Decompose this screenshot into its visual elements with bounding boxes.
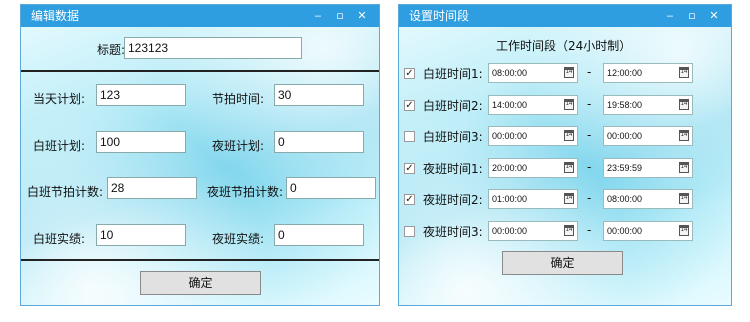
calendar-icon[interactable]: 14 (679, 130, 689, 141)
end-time-value: 00:00:00 (607, 131, 643, 141)
start-time-picker[interactable]: 20:00:00 14 (488, 158, 578, 178)
confirm-button[interactable]: 确定 (140, 271, 261, 295)
shift-label: 夜班时间1: (423, 162, 483, 176)
end-time-picker[interactable]: 23:59:59 14 (603, 158, 693, 178)
edit-data-window: 编辑数据 ‒ ▫ ✕ 标题: 123123 当天计划: 123 节拍时间: 30… (20, 4, 380, 306)
shift-label: 白班时间2: (423, 99, 483, 113)
field-label-day-plan: 当天计划: (33, 92, 86, 106)
day-takt-count-input[interactable]: 28 (107, 177, 197, 199)
title-input[interactable]: 123123 (124, 37, 302, 59)
time-settings-window: 设置时间段 ‒ ▫ ✕ 工作时间段（24小时制） ✓ 白班时间1: 08:00:… (398, 4, 732, 306)
start-time-picker[interactable]: 00:00:00 14 (488, 221, 578, 241)
edit-data-titlebar: 编辑数据 ‒ ▫ ✕ (21, 5, 379, 27)
start-time-value: 01:00:00 (492, 194, 528, 204)
end-time-picker[interactable]: 00:00:00 14 (603, 221, 693, 241)
calendar-icon[interactable]: 14 (564, 130, 574, 141)
day-actual-input[interactable]: 10 (96, 224, 186, 246)
calendar-icon[interactable]: 14 (564, 193, 574, 204)
divider-bottom (21, 259, 379, 261)
end-time-picker[interactable]: 19:58:00 14 (603, 95, 693, 115)
field-label-takt-time: 节拍时间: (212, 92, 265, 106)
end-time-picker[interactable]: 12:00:00 14 (603, 63, 693, 83)
calendar-icon[interactable]: 14 (679, 193, 689, 204)
range-separator: - (587, 65, 592, 79)
range-separator: - (587, 160, 592, 174)
field-label-day-actual: 白班实绩: (33, 232, 86, 246)
section-title: 工作时间段（24小时制） (496, 39, 632, 53)
minimize-icon[interactable]: ‒ (659, 5, 681, 27)
range-separator: - (587, 128, 592, 142)
calendar-icon[interactable]: 14 (564, 225, 574, 236)
time-settings-titlebar: 设置时间段 ‒ ▫ ✕ (399, 5, 731, 27)
divider-top (21, 70, 379, 72)
range-separator: - (587, 97, 592, 111)
shift-label: 夜班时间3: (423, 225, 483, 239)
shift-checkbox[interactable] (404, 131, 415, 142)
night-takt-count-input[interactable]: 0 (286, 177, 376, 199)
close-icon[interactable]: ✕ (703, 5, 725, 27)
calendar-icon[interactable]: 14 (564, 99, 574, 110)
shift-label: 白班时间1: (423, 67, 483, 81)
field-label-day-shift-plan: 白班计划: (33, 139, 86, 153)
start-time-value: 14:00:00 (492, 100, 528, 110)
end-time-picker[interactable]: 00:00:00 14 (603, 126, 693, 146)
shift-checkbox[interactable]: ✓ (404, 100, 415, 111)
start-time-value: 00:00:00 (492, 131, 528, 141)
field-label-day-takt-count: 白班节拍计数: (27, 185, 104, 199)
title-label: 标题: (97, 43, 126, 57)
field-label-night-shift-plan: 夜班计划: (212, 139, 265, 153)
shift-label: 夜班时间2: (423, 193, 483, 207)
calendar-icon[interactable]: 14 (679, 99, 689, 110)
day-plan-input[interactable]: 123 (96, 84, 186, 106)
maximize-icon[interactable]: ▫ (681, 5, 703, 27)
end-time-value: 08:00:00 (607, 194, 643, 204)
shift-checkbox[interactable]: ✓ (404, 194, 415, 205)
end-time-value: 00:00:00 (607, 226, 643, 236)
night-shift-plan-input[interactable]: 0 (274, 131, 364, 153)
start-time-value: 20:00:00 (492, 163, 528, 173)
end-time-value: 12:00:00 (607, 68, 643, 78)
start-time-value: 00:00:00 (492, 226, 528, 236)
end-time-value: 19:58:00 (607, 100, 643, 110)
calendar-icon[interactable]: 14 (679, 67, 689, 78)
takt-time-input[interactable]: 30 (274, 84, 364, 106)
calendar-icon[interactable]: 14 (564, 67, 574, 78)
calendar-icon[interactable]: 14 (679, 162, 689, 173)
night-actual-input[interactable]: 0 (274, 224, 364, 246)
day-shift-plan-input[interactable]: 100 (96, 131, 186, 153)
start-time-picker[interactable]: 14:00:00 14 (488, 95, 578, 115)
field-label-night-actual: 夜班实绩: (212, 232, 265, 246)
calendar-icon[interactable]: 14 (679, 225, 689, 236)
range-separator: - (587, 223, 592, 237)
field-label-night-takt-count: 夜班节拍计数: (207, 185, 284, 199)
shift-checkbox[interactable]: ✓ (404, 68, 415, 79)
window-title: 设置时间段 (409, 9, 470, 23)
shift-label: 白班时间3: (423, 130, 483, 144)
start-time-value: 08:00:00 (492, 68, 528, 78)
start-time-picker[interactable]: 00:00:00 14 (488, 126, 578, 146)
shift-checkbox[interactable] (404, 226, 415, 237)
calendar-icon[interactable]: 14 (564, 162, 574, 173)
window-title: 编辑数据 (31, 9, 80, 23)
end-time-picker[interactable]: 08:00:00 14 (603, 189, 693, 209)
range-separator: - (587, 191, 592, 205)
start-time-picker[interactable]: 08:00:00 14 (488, 63, 578, 83)
close-icon[interactable]: ✕ (351, 5, 373, 27)
maximize-icon[interactable]: ▫ (329, 5, 351, 27)
confirm-button[interactable]: 确定 (502, 251, 623, 275)
end-time-value: 23:59:59 (607, 163, 643, 173)
minimize-icon[interactable]: ‒ (307, 5, 329, 27)
shift-checkbox[interactable]: ✓ (404, 163, 415, 174)
start-time-picker[interactable]: 01:00:00 14 (488, 189, 578, 209)
